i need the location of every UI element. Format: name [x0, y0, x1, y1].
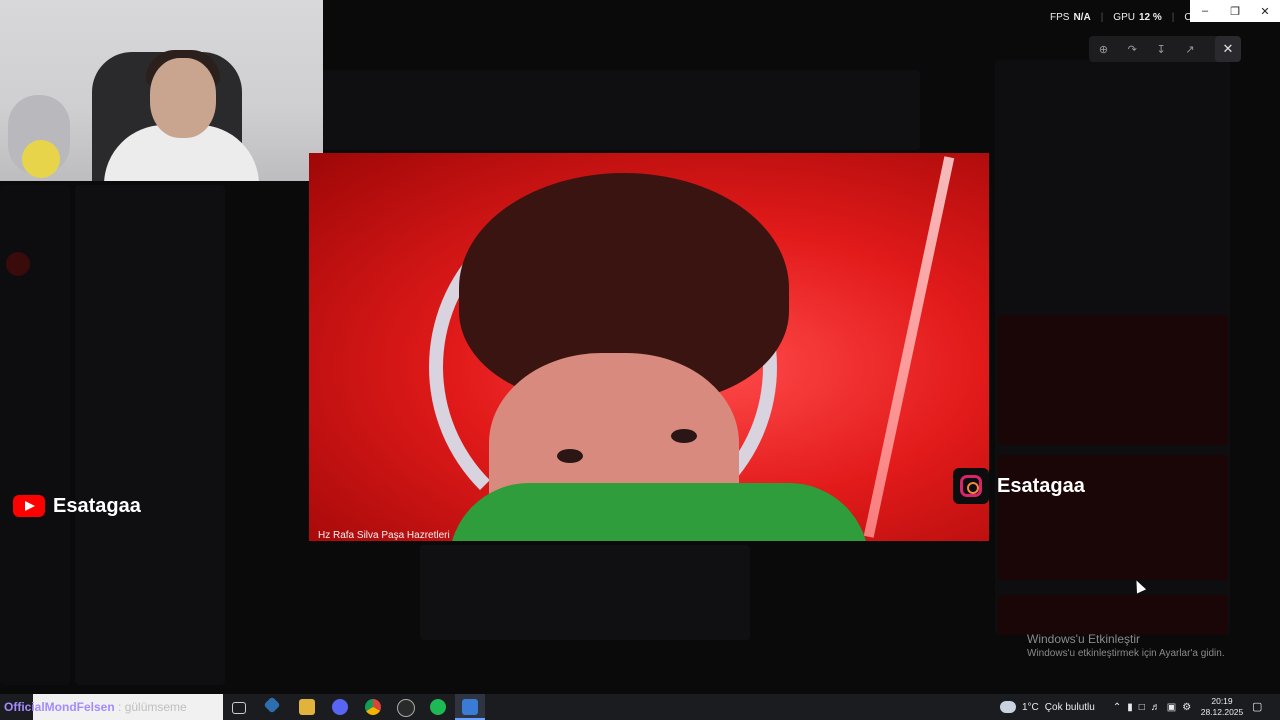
- chat-text: gülümseme: [124, 700, 187, 714]
- window-controls: – ❐ ✕: [1190, 0, 1280, 22]
- taskbar-clock[interactable]: 20:19 28.12.2025: [1198, 696, 1246, 718]
- right-eye: [671, 429, 697, 443]
- bg-thumb-3: [998, 595, 1228, 635]
- youtube-handle: Esatagaa: [53, 494, 141, 517]
- webcam-feed: [0, 0, 323, 181]
- activation-title: Windows'u Etkinleştir: [1027, 632, 1140, 646]
- volume-icon[interactable]: ♬: [1151, 702, 1161, 713]
- open-external-icon[interactable]: ↗: [1185, 43, 1194, 56]
- weather-temp[interactable]: 1°C: [1022, 702, 1039, 713]
- youtube-handle-overlay: Esatagaa: [13, 492, 141, 520]
- close-icon[interactable]: ✕: [1250, 0, 1280, 22]
- weather-icon: [1000, 701, 1016, 713]
- youtube-icon: [13, 495, 45, 517]
- video-caption: Hz Rafa Silva Paşa Hazretleri: [318, 530, 450, 541]
- bg-panel: [420, 545, 750, 640]
- windows-activation-watermark: Windows'u Etkinleştir Windows'u etkinleş…: [1027, 632, 1225, 659]
- microphone-icon[interactable]: ▮: [1127, 702, 1133, 713]
- clock-time: 20:19: [1211, 696, 1233, 706]
- file-explorer-icon[interactable]: [299, 699, 315, 715]
- viewer-toolbar: ⊕ ↷ ↧ ↗ ⋯: [1089, 36, 1235, 62]
- fps-stat: FPS N/A: [1050, 12, 1091, 23]
- spotify-icon[interactable]: [430, 699, 446, 715]
- chat-username: OfficialMondFelsen: [4, 700, 115, 714]
- instagram-handle: Esatagaa: [997, 474, 1085, 497]
- download-icon[interactable]: ↧: [1157, 43, 1166, 56]
- obs-icon[interactable]: [397, 699, 415, 717]
- active-app-icon: [462, 699, 478, 715]
- chrome-icon[interactable]: [365, 699, 381, 715]
- system-tray: 1°C Çok bulutlu ⌃ ▮ □ ♬ ▣ ⚙: [1000, 694, 1191, 720]
- performance-stats: FPSN/A | GPU12 % | CPU: [1050, 12, 1206, 23]
- restore-icon[interactable]: ❐: [1220, 0, 1250, 22]
- bg-channel-list: [75, 185, 225, 685]
- green-shirt: [449, 483, 869, 541]
- clock-date: 28.12.2025: [1200, 707, 1244, 717]
- chat-message-overlay: OfficialMondFelsen : gülümseme: [4, 700, 187, 714]
- forward-icon[interactable]: ↷: [1128, 43, 1137, 56]
- bg-thumb-1: [998, 315, 1228, 445]
- network-icon[interactable]: □: [1139, 702, 1145, 713]
- instagram-handle-overlay: Esatagaa: [953, 467, 1085, 505]
- gpu-stat: GPU 12 %: [1113, 12, 1162, 23]
- discord-icon[interactable]: [332, 699, 348, 715]
- weather-desc[interactable]: Çok bulutlu: [1045, 702, 1095, 713]
- close-icon: ✕: [1222, 41, 1234, 56]
- bg-server-icon: [6, 252, 30, 276]
- main-video[interactable]: [309, 153, 989, 541]
- notification-icon[interactable]: ▢: [1252, 700, 1262, 713]
- plush-toy-yellow: [22, 140, 60, 178]
- bg-stream-grid: [320, 70, 920, 150]
- minimize-icon[interactable]: –: [1190, 0, 1220, 22]
- activation-subtitle: Windows'u etkinleştirmek için Ayarlar'a …: [1027, 648, 1225, 659]
- led-strip: [863, 156, 955, 538]
- settings-icon[interactable]: ⚙: [1182, 702, 1191, 713]
- streamer-face: [150, 58, 216, 138]
- display-icon[interactable]: ▣: [1167, 702, 1176, 713]
- zoom-icon[interactable]: ⊕: [1099, 43, 1108, 56]
- viewer-close-button[interactable]: ✕: [1215, 36, 1241, 62]
- chevron-up-icon[interactable]: ⌃: [1113, 702, 1121, 713]
- task-view-icon[interactable]: [232, 702, 246, 714]
- left-eye: [557, 449, 583, 463]
- instagram-icon: [953, 468, 989, 504]
